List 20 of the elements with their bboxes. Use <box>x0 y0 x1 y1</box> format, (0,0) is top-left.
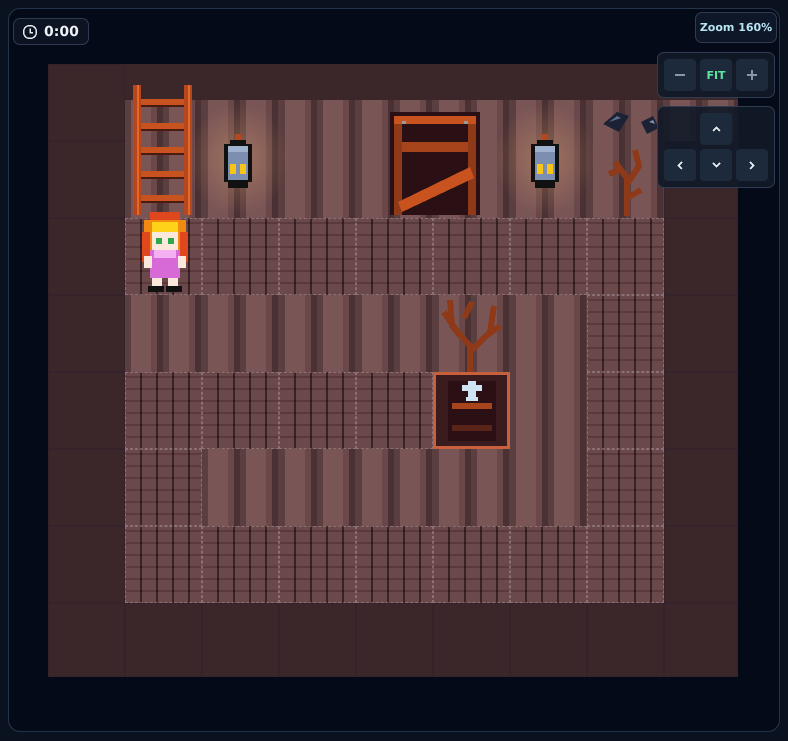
pan-left-button[interactable] <box>664 149 696 181</box>
clock-icon <box>22 24 38 40</box>
pan-right-button[interactable] <box>736 149 768 181</box>
zoom-out-button[interactable] <box>664 59 696 91</box>
zoom-in-button[interactable] <box>736 59 768 91</box>
ladder-icon <box>133 85 192 215</box>
chevron-up-icon <box>712 126 720 132</box>
zoom-level: Zoom 160% <box>695 12 777 43</box>
fit-button[interactable]: FIT <box>700 59 732 91</box>
sword-chest-icon <box>448 380 496 440</box>
chevron-left-icon <box>677 160 683 170</box>
chevron-right-icon <box>749 160 755 170</box>
plus-icon <box>747 70 757 80</box>
pan-up-button[interactable] <box>700 113 732 145</box>
door-icon <box>390 112 480 215</box>
pan-down-button[interactable] <box>700 149 732 181</box>
timer-value: 0:00 <box>44 24 79 40</box>
girl-character-icon <box>140 212 190 292</box>
chevron-down-icon <box>712 162 720 168</box>
minus-icon <box>675 74 685 76</box>
